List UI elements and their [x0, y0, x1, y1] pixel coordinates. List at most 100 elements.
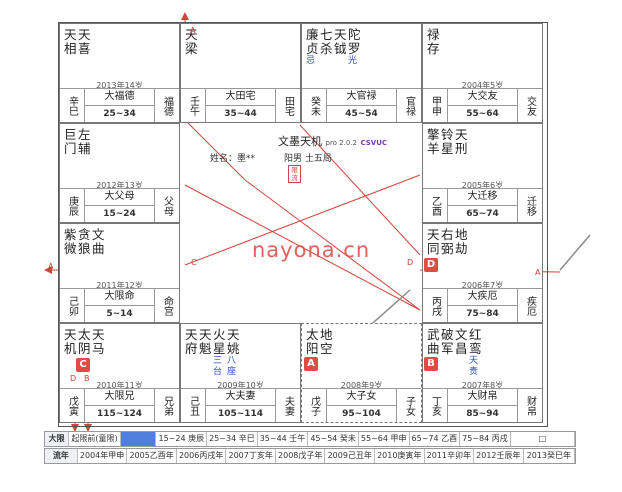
star-name: 文昌	[455, 327, 468, 356]
palace-stars: 太阳 地空	[306, 328, 333, 356]
seal-stamp[interactable]: 限流	[288, 165, 301, 183]
star: 天魁	[199, 328, 212, 378]
decade-palace: 大田宅	[206, 89, 275, 106]
palace-footer: 乙酉 大迁移 65~74 迁移	[423, 188, 542, 222]
decade-cell[interactable]: 65~74 乙酉	[410, 432, 461, 446]
star: 太阳	[306, 328, 319, 356]
palace-footer: 庚辰 大父母 15~24 父母	[60, 188, 179, 222]
star: 廉贞忌	[306, 28, 319, 67]
ganzhi: 辛巳	[60, 89, 85, 122]
person-name: 姓名：墨**	[210, 154, 256, 164]
palace-stars: 廉贞忌七杀 天钺 陀罗光	[306, 28, 361, 67]
ganzhi: 戊子	[302, 389, 327, 422]
year-cell[interactable]: 2009己丑年	[325, 449, 376, 463]
star-mutagen: 忌	[306, 56, 316, 66]
palace-4[interactable]: 巨门 左辅 2012年13岁 庚辰 大父母 15~24 父母	[59, 123, 180, 223]
ganzhi: 己卯	[60, 289, 85, 322]
star-name: 天同	[427, 227, 440, 256]
chart-title: 文墨天机 pro 2.0.2 CSVUC	[278, 133, 387, 149]
star-name: 地劫	[455, 227, 468, 256]
star-name: 天机	[64, 327, 77, 356]
gender-bureau: 阳男 土五局	[284, 154, 332, 164]
decade-cell[interactable]: 25~34 辛巳	[207, 432, 258, 446]
star: 天机	[64, 328, 77, 356]
badge-b[interactable]: B	[424, 357, 438, 371]
badge-c[interactable]: C	[76, 358, 90, 372]
ganzhi-text: 己丑	[187, 395, 199, 416]
year-cell[interactable]: 流年	[45, 449, 78, 463]
decade-cell[interactable]: 45~54 癸未	[308, 432, 359, 446]
decade-cell[interactable]: 起限前(童限)	[69, 432, 121, 446]
star-name: 破军	[441, 327, 454, 356]
palace-10[interactable]: 太阳 地空 2008年9岁 戊子 大子女 95~104 子女	[301, 323, 422, 423]
palace-7[interactable]: 天同 右弼 地劫 2006年7岁 丙戌 大疾厄 75~84 疾厄	[422, 223, 543, 323]
palace-1[interactable]: 天梁 壬午 大田宅 35~44 田宅	[180, 23, 301, 123]
badge-a[interactable]: A	[304, 357, 318, 371]
palace-name-text: 官禄	[403, 95, 415, 116]
year-cell[interactable]: 2004年甲申	[78, 449, 128, 463]
year-cell[interactable]: 2007丁亥年	[226, 449, 276, 463]
year-cell[interactable]: 2010庚寅年	[375, 449, 425, 463]
palace-name: 命宫	[154, 289, 179, 322]
limit-box: 大官禄 45~54	[327, 89, 396, 122]
palace-2[interactable]: 廉贞忌七杀 天钺 陀罗光癸未 大官禄 45~54 官禄	[301, 23, 422, 123]
year-cell[interactable]: 2012壬辰年	[474, 449, 524, 463]
palace-5[interactable]: 擎羊 铃星 天刑 2005年6岁 乙酉 大迁移 65~74 迁移	[422, 123, 543, 223]
palace-0[interactable]: 天相 天喜 2013年14岁 辛巳 大福德 25~34 福德	[59, 23, 180, 123]
ganzhi: 戊寅	[60, 389, 85, 422]
ganzhi-text: 乙酉	[429, 195, 441, 216]
star-name: 太阴	[78, 327, 91, 356]
year-cell[interactable]: 2005乙酉年	[127, 449, 177, 463]
decade-cell[interactable]: 35~44 壬午	[258, 432, 309, 446]
palace-name: 迁移	[517, 189, 542, 222]
year-cell[interactable]: 2006丙戌年	[177, 449, 227, 463]
palace-3[interactable]: 禄存 2004年5岁 甲申 大交友 55~64 交友	[422, 23, 543, 123]
decade-cell[interactable]: □	[511, 432, 575, 446]
ganzhi: 癸未	[302, 89, 327, 122]
star: 太阴	[78, 328, 91, 356]
decade-cell[interactable]: 55~64 甲申	[359, 432, 410, 446]
line-label-d-bottom: D	[70, 374, 77, 383]
year-cell[interactable]: 2011辛卯年	[425, 449, 475, 463]
ganzhi: 庚辰	[60, 189, 85, 222]
year-cell[interactable]: 2008戊子年	[276, 449, 326, 463]
star: 破军	[441, 328, 454, 378]
star-name: 天魁	[199, 327, 212, 356]
palace-6[interactable]: 紫微 贪狼 文曲 2011年12岁 己卯 大限命 5~14 命宫	[59, 223, 180, 323]
decade-palace: 大福德	[85, 89, 154, 106]
palace-9[interactable]: 天府 天魁 火星 三台 天姚 八座 2009年10岁 己丑 大夫妻 105~114 夫妻	[180, 323, 301, 423]
decade-cell[interactable]: 15~24 庚辰	[156, 432, 208, 446]
line-label-a: A	[190, 26, 196, 35]
decade-palace: 大限命	[85, 289, 154, 306]
star-mutagen: 天贵	[469, 356, 479, 377]
ganzhi-text: 丙戌	[429, 295, 441, 316]
line-label-a-left: A	[48, 262, 54, 271]
year-cell[interactable]: 2013癸巳年	[524, 449, 575, 463]
decade-range: 75~84	[466, 309, 499, 319]
star: 陀罗光	[348, 28, 361, 67]
palace-8[interactable]: 天机 太阴 天马 2010年11岁 戊寅 大限兄 115~124 兄弟	[59, 323, 180, 423]
limit-box: 大田宅 35~44	[206, 89, 275, 122]
star-name: 陀罗	[348, 27, 361, 56]
decade-palace: 大财帛	[448, 389, 517, 406]
line-label-a-right: A	[535, 268, 541, 277]
star-name: 天刑	[455, 127, 468, 156]
ganzhi-text: 庚辰	[66, 195, 78, 216]
chart-board: 天相 天喜 2013年14岁 辛巳 大福德 25~34 福德 天梁 壬午 大田宅 35~44 田宅 廉贞…	[58, 22, 548, 427]
decade-range: 15~24	[103, 209, 136, 219]
ganzhi: 丁亥	[423, 389, 448, 422]
badge-d[interactable]: D	[424, 258, 438, 272]
palace-footer: 辛巳 大福德 25~34 福德	[60, 88, 179, 122]
star-mutagen: 三台	[213, 356, 223, 377]
star: 紫微	[64, 228, 77, 256]
year-row: 流年 2004年甲申 2005乙酉年 2006丙戌年 2007丁亥年 2008戊子年 200…	[44, 448, 576, 464]
decade-cell[interactable]: 大限	[45, 432, 70, 446]
decade-cell[interactable]	[120, 432, 157, 446]
palace-11[interactable]: 武曲 破军 文昌 红鸾 天贵 2007年8岁 丁亥 大财帛 85~94 财帛	[422, 323, 543, 423]
palace-name-text: 命宫	[161, 295, 173, 316]
palace-name: 子女	[396, 389, 421, 422]
limit-box: 大夫妻 105~114	[206, 389, 275, 422]
decade-cell[interactable]: 75~84 丙戌	[460, 432, 511, 446]
palace-stars: 擎羊 铃星 天刑	[427, 128, 468, 156]
star: 地劫	[455, 228, 468, 256]
